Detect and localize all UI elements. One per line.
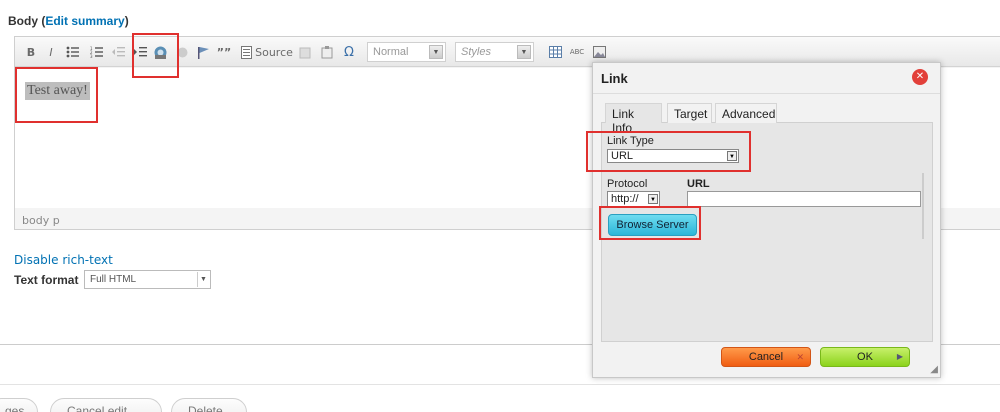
chevron-down-icon: ▼ — [517, 45, 531, 59]
disable-rich-text-link[interactable]: Disable rich-text — [14, 253, 113, 267]
delete-button[interactable]: Delete — [171, 398, 247, 412]
dialog-title: Link — [601, 71, 628, 86]
text-format-label: Text format — [14, 273, 79, 287]
body-field-label: Body (Edit summary) — [8, 14, 129, 28]
text-format-value: Full HTML — [90, 274, 137, 285]
close-icon: ✕ — [796, 352, 804, 362]
element-path[interactable]: body p — [22, 214, 60, 227]
paste-text-icon[interactable] — [298, 44, 312, 60]
chevron-down-icon: ▼ — [429, 45, 443, 59]
panel-scrollbar[interactable] — [922, 173, 924, 239]
tab-link-info[interactable]: Link Info — [605, 103, 662, 135]
styles-select[interactable]: Styles ▼ — [455, 42, 534, 62]
spellcheck-button[interactable]: ABC — [569, 44, 585, 60]
chevron-down-icon: ▼ — [727, 151, 737, 161]
image-icon[interactable] — [592, 44, 606, 60]
url-label: URL — [687, 178, 710, 190]
anchor-flag-icon[interactable] — [196, 44, 210, 60]
format-select[interactable]: Normal ▼ — [367, 42, 446, 62]
url-input[interactable] — [687, 191, 921, 207]
cancel-button-label: Cancel — [748, 351, 784, 363]
chevron-down-icon: ▼ — [197, 272, 209, 287]
browse-server-button[interactable]: Browse Server — [608, 214, 697, 236]
protocol-label: Protocol — [607, 178, 648, 190]
indent-icon[interactable] — [133, 44, 147, 60]
numbered-list-icon[interactable]: 123 — [89, 44, 103, 60]
link-dialog: Link ✕ Link Info Target Advanced Link Ty… — [592, 62, 941, 378]
link-type-label: Link Type — [607, 135, 654, 147]
tab-advanced[interactable]: Advanced — [715, 103, 777, 123]
chevron-down-icon: ▼ — [648, 194, 658, 204]
svg-text:3: 3 — [90, 54, 93, 58]
source-button[interactable]: Source — [255, 44, 293, 60]
selected-text[interactable]: Test away! — [25, 82, 90, 100]
text-format-select[interactable]: Full HTML ▼ — [84, 270, 211, 289]
styles-select-value: Styles — [461, 46, 491, 58]
outdent-icon[interactable] — [111, 44, 125, 60]
dialog-divider — [593, 93, 940, 94]
link-type-select[interactable]: URL ▼ — [607, 149, 739, 163]
ok-button-label: OK — [857, 351, 873, 363]
link-icon[interactable] — [152, 44, 168, 60]
resize-handle-icon[interactable]: ◢ — [930, 364, 938, 375]
paste-word-icon[interactable] — [320, 44, 334, 60]
link-type-value: URL — [611, 150, 634, 162]
italic-button[interactable]: I — [45, 44, 57, 60]
protocol-select[interactable]: http:// ▼ — [607, 191, 660, 207]
edit-summary-link[interactable]: Edit summary — [45, 14, 124, 28]
divider — [0, 384, 1000, 385]
blockquote-button[interactable]: ”” — [217, 44, 231, 60]
ok-button[interactable]: OK ▶ — [820, 347, 910, 367]
format-select-value: Normal — [373, 46, 409, 58]
protocol-value: http:// — [611, 193, 639, 205]
unlink-icon[interactable] — [175, 44, 189, 60]
cancel-edit-button[interactable]: Cancel edit — [50, 398, 162, 412]
table-icon[interactable] — [548, 44, 562, 60]
cancel-button[interactable]: Cancel ✕ — [721, 347, 811, 367]
save-changes-button[interactable]: ges — [0, 398, 38, 412]
bold-button[interactable]: B — [25, 44, 37, 60]
source-doc-icon[interactable] — [239, 44, 253, 60]
bulleted-list-icon[interactable] — [65, 44, 79, 60]
page: Body (Edit summary) B I 123 ”” Source Ω … — [0, 0, 1000, 412]
arrow-right-icon: ▶ — [896, 352, 903, 361]
special-char-icon[interactable]: Ω — [342, 44, 356, 60]
body-label-text: Body — [8, 14, 38, 28]
close-icon[interactable]: ✕ — [912, 69, 928, 85]
tab-target[interactable]: Target — [667, 103, 712, 123]
